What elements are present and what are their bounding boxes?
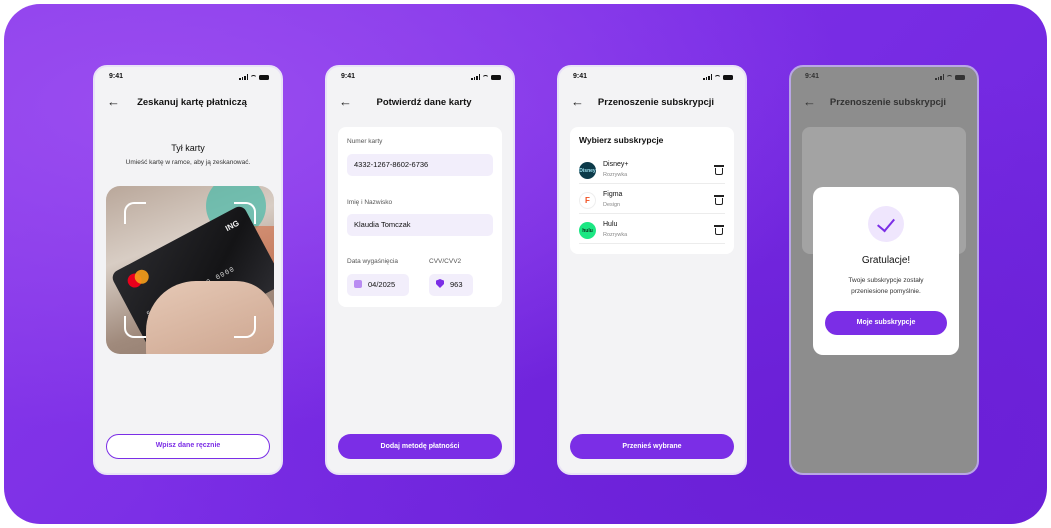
signal-icon (703, 74, 712, 80)
back-arrow-icon[interactable]: ← (107, 95, 127, 108)
modal-title: Gratulacje! (861, 255, 911, 266)
status-icons (935, 74, 965, 80)
wifi-icon (946, 74, 953, 80)
status-icons (239, 74, 269, 80)
enter-manually-button[interactable]: Wpisz dane ręcznie (106, 434, 270, 459)
transfer-selected-button[interactable]: Przenieś wybrane (570, 434, 734, 459)
subscription-category: Rozrywka (603, 172, 628, 178)
showcase-background: 9:41 ← Zeskanuj kartę płatniczą Tył kart… (4, 4, 1047, 524)
list-title: Wybierz subskrypcje (579, 135, 664, 145)
screen-header: ← Potwierdź dane karty (339, 95, 503, 109)
check-icon (868, 206, 904, 242)
figma-logo-icon: F (579, 192, 596, 209)
success-modal: Gratulacje! Twoje subskrypcje zostały pr… (813, 187, 959, 355)
status-bar: 9:41 (805, 73, 965, 83)
screen-header: ← Przenoszenie subskrypcji (571, 95, 735, 109)
screen-title: Potwierdź dane karty (376, 96, 472, 108)
cvv-value: 963 (450, 280, 463, 289)
name-field[interactable]: Klaudia Tomczak (347, 214, 493, 236)
scan-frame-corner-icon (124, 316, 146, 338)
back-arrow-icon[interactable]: ← (339, 95, 359, 108)
scan-frame-corner-icon (234, 202, 256, 224)
screen-title: Zeskanuj kartę płatniczą (137, 96, 247, 108)
scan-description: Umieść kartę w ramce, aby ją zeskanować. (125, 159, 251, 166)
add-payment-method-button[interactable]: Dodaj metodę płatności (338, 434, 502, 459)
status-bar: 9:41 (573, 73, 733, 83)
name-label: Imię i Nazwisko (347, 199, 393, 206)
trash-icon[interactable] (714, 225, 724, 235)
phone-confirm-card: 9:41 ← Potwierdź dane karty Numer karty … (325, 65, 515, 475)
battery-icon (491, 74, 501, 80)
subscription-category: Design (603, 202, 621, 208)
signal-icon (239, 74, 248, 80)
cvv-field[interactable]: 963 (429, 274, 473, 296)
subscription-name: Hulu (603, 221, 618, 228)
trash-icon[interactable] (714, 165, 724, 175)
screen-title: Przenoszenie subskrypcji (597, 96, 715, 108)
subscription-list: Wybierz subskrypcje Disney Disney+ Rozry… (570, 127, 734, 254)
wifi-icon (250, 74, 257, 80)
hulu-logo-icon: hulu (579, 222, 596, 239)
status-icons (703, 74, 733, 80)
modal-description: Twoje subskrypcje zostały przeniesione p… (848, 277, 924, 295)
status-bar: 9:41 (341, 73, 501, 83)
phone-transfer-subscriptions: 9:41 ← Przenoszenie subskrypcji Wybierz … (557, 65, 747, 475)
phone-success-modal: 9:41 ← Przenoszenie subskrypcji Gratulac… (789, 65, 979, 475)
status-time: 9:41 (341, 73, 356, 80)
card-details-form: Numer karty 4332-1267-8602-6736 Imię i N… (338, 127, 502, 307)
signal-icon (471, 74, 480, 80)
screen-header: ← Zeskanuj kartę płatniczą (107, 95, 271, 109)
trash-icon[interactable] (714, 195, 724, 205)
subscription-item-figma[interactable]: F Figma Design (579, 188, 725, 214)
signal-icon (935, 74, 944, 80)
battery-icon (259, 74, 269, 80)
wifi-icon (714, 74, 721, 80)
scan-frame-corner-icon (124, 202, 146, 224)
scan-frame-corner-icon (234, 316, 256, 338)
subscription-item-hulu[interactable]: hulu Hulu Rozrywka (579, 218, 725, 244)
card-number-label: Numer karty (347, 138, 383, 145)
battery-icon (723, 74, 733, 80)
expiry-field[interactable]: 04/2025 (347, 274, 409, 296)
back-arrow-icon[interactable]: ← (571, 95, 591, 108)
card-scan-camera-view: ING 5356 1001 0000 0000 (106, 186, 274, 354)
status-icons (471, 74, 501, 80)
back-arrow-icon: ← (803, 94, 816, 109)
shield-icon (436, 279, 444, 288)
calendar-icon (354, 280, 362, 288)
subscription-item-disney[interactable]: Disney Disney+ Rozrywka (579, 158, 725, 184)
screen-header: ← Przenoszenie subskrypcji (803, 95, 967, 109)
subscription-name: Figma (603, 191, 623, 198)
card-number-field[interactable]: 4332-1267-8602-6736 (347, 154, 493, 176)
wifi-icon (482, 74, 489, 80)
status-time: 9:41 (109, 73, 124, 80)
my-subscriptions-button[interactable]: Moje subskrypcje (825, 311, 947, 335)
screen-title: Przenoszenie subskrypcji (829, 96, 947, 108)
scan-subtitle: Tył karty (171, 143, 205, 153)
status-bar: 9:41 (109, 73, 269, 83)
expiry-label: Data wygaśnięcia (347, 258, 398, 265)
status-time: 9:41 (805, 73, 820, 80)
disney-logo-icon: Disney (579, 162, 596, 179)
status-time: 9:41 (573, 73, 588, 80)
subscription-name: Disney+ (603, 161, 629, 168)
mastercard-logo-icon (125, 267, 152, 290)
cvv-label: CVV/CVV2 (429, 258, 462, 265)
subscription-category: Rozrywka (603, 232, 628, 238)
phone-scan-card: 9:41 ← Zeskanuj kartę płatniczą Tył kart… (93, 65, 283, 475)
battery-icon (955, 74, 965, 80)
expiry-value: 04/2025 (368, 280, 396, 289)
